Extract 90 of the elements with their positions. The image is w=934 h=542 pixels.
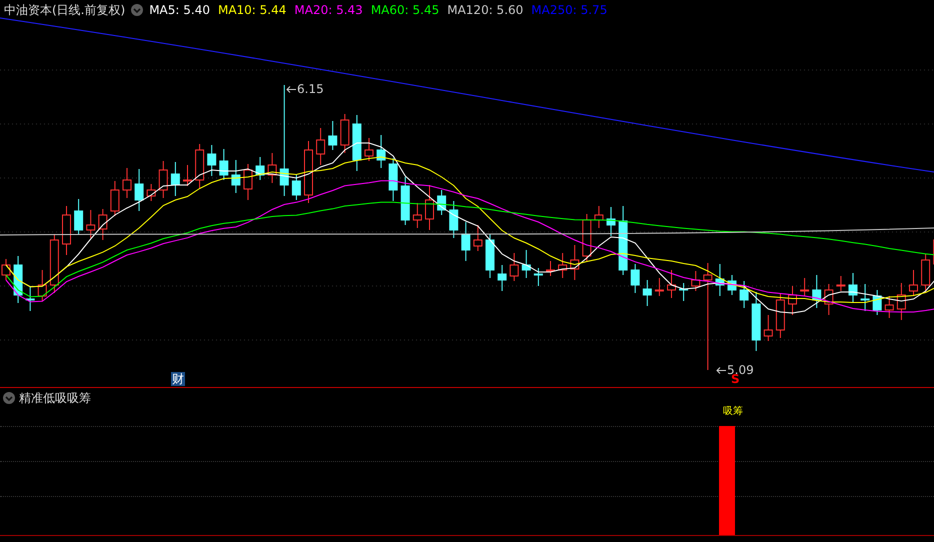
legend-value: MA120: 5.60 [447, 3, 524, 17]
sell-marker: S [731, 373, 740, 386]
candlestick [884, 296, 894, 318]
candlestick [195, 144, 204, 188]
candlestick [679, 282, 688, 302]
candlestick [582, 214, 592, 262]
candlestick [437, 190, 446, 216]
candlestick [872, 290, 882, 316]
candlestick [654, 278, 664, 296]
candlestick [715, 264, 724, 296]
legend-value: MA250: 5.75 [531, 3, 608, 17]
candlestick [316, 128, 326, 166]
candlestick [244, 164, 252, 200]
candlestick [400, 176, 410, 226]
candlestick [752, 292, 761, 352]
candlestick [800, 278, 810, 296]
candlestick [328, 120, 338, 150]
candlestick [50, 234, 59, 294]
candlestick [498, 264, 507, 292]
candlestick [268, 152, 277, 184]
candlestick [788, 286, 797, 316]
candlestick [522, 250, 531, 278]
candlestick [558, 252, 568, 278]
candlestick [26, 286, 35, 312]
candlestick [630, 264, 640, 294]
candlestick [594, 206, 604, 228]
candlestick [606, 206, 616, 236]
candlestick [219, 148, 228, 180]
candlestick [824, 284, 834, 316]
candlestick [412, 202, 422, 228]
candlestick [14, 256, 23, 304]
candlestick [134, 168, 144, 212]
candlestick [340, 114, 350, 154]
candlestick [546, 260, 555, 276]
leader-line [716, 366, 726, 374]
candlestick [231, 160, 240, 194]
candlestick [486, 234, 494, 278]
legend-value: MA5: 5.40 [149, 3, 210, 17]
indicator-title: 精准低吸吸筹 [19, 390, 91, 406]
candlestick [170, 162, 180, 196]
candlestick [836, 276, 846, 292]
candlestick [352, 114, 362, 172]
candlestick [510, 252, 519, 282]
legend-value: MA60: 5.45 [370, 3, 440, 17]
candlestick [570, 244, 580, 280]
candlestick [667, 270, 676, 298]
candlestick [183, 164, 192, 186]
candlestick [618, 206, 628, 276]
candlestick [642, 280, 652, 306]
candlestick [256, 156, 265, 180]
leader-line [286, 86, 296, 92]
candlestick [376, 134, 386, 168]
candlestick [86, 210, 96, 238]
candlestick [740, 280, 749, 308]
candlestick [292, 174, 301, 200]
chevron-down-icon[interactable] [3, 392, 15, 404]
candlestick [110, 180, 120, 216]
finance-badge[interactable]: 财 [171, 372, 185, 386]
candlestick [98, 208, 108, 240]
legend-value: MA20: 5.43 [294, 3, 363, 17]
candlestick [896, 282, 906, 320]
candlestick [848, 272, 858, 304]
candlestick [364, 138, 374, 162]
chart-title: 中油资本(日线.前复权) [4, 2, 126, 18]
candlestick [207, 144, 216, 176]
chevron-down-icon[interactable] [131, 4, 144, 16]
candlestick [776, 294, 785, 338]
candlestick [62, 206, 71, 256]
candlestick [860, 284, 870, 312]
legend-value: MA10: 5.44 [218, 3, 286, 17]
candlestick [764, 314, 773, 342]
candlestick [473, 224, 482, 252]
candlestick [728, 274, 736, 296]
candlestick [38, 270, 47, 302]
candlestick [304, 140, 313, 204]
candlestick [812, 274, 822, 308]
candlestick [449, 200, 458, 238]
high-price-label: 6.15 [297, 82, 324, 96]
candlestick [909, 270, 918, 296]
candlestick [158, 160, 168, 198]
candlestick [534, 268, 543, 286]
candlestick [461, 222, 470, 262]
signal-label: 吸筹 [723, 405, 743, 418]
candlestick [74, 198, 84, 236]
candlestick [388, 158, 398, 202]
candlestick [691, 270, 700, 292]
candlestick [425, 184, 434, 230]
candlestick [122, 168, 132, 198]
candlestick [146, 184, 156, 202]
candlestick [921, 254, 930, 294]
